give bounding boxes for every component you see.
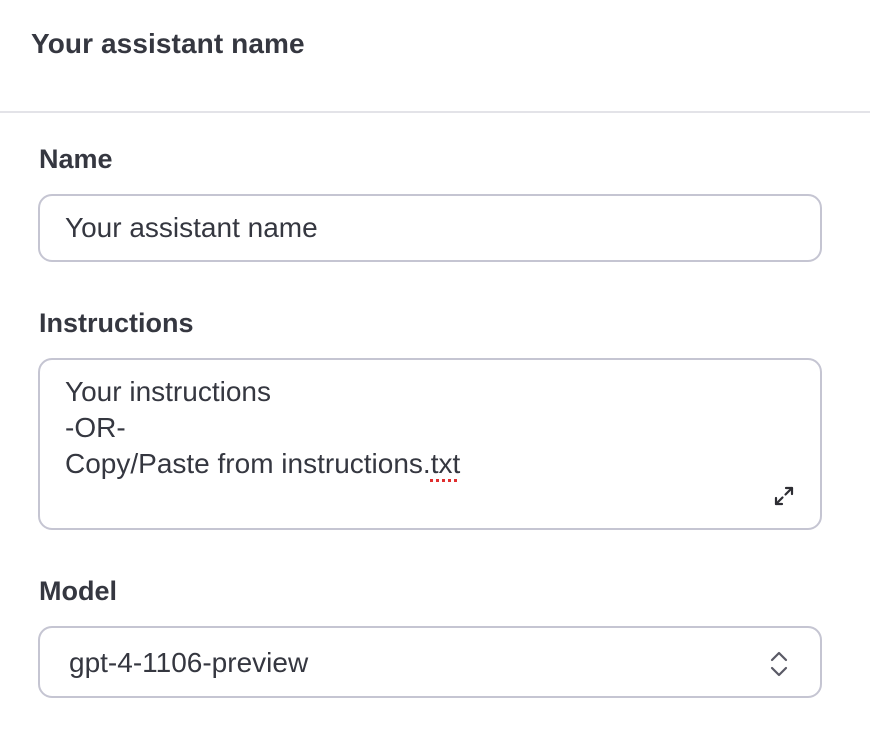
instructions-line: Copy/Paste from instructions.txt bbox=[65, 446, 460, 482]
name-input[interactable] bbox=[40, 196, 820, 260]
assistant-title: Your assistant name bbox=[31, 28, 305, 59]
instructions-line: -OR- bbox=[65, 412, 126, 443]
instructions-label: Instructions bbox=[39, 308, 194, 338]
name-field-container bbox=[38, 194, 822, 262]
instructions-line: Your instructions bbox=[65, 376, 271, 407]
instructions-line-text: Copy/Paste from instructions. bbox=[65, 448, 431, 479]
chevron-up-down-icon bbox=[770, 651, 788, 677]
instructions-textarea[interactable]: Your instructions -OR- Copy/Paste from i… bbox=[38, 358, 822, 530]
model-select[interactable]: gpt-4-1106-preview bbox=[38, 626, 822, 698]
panel-header: Your assistant name bbox=[0, 0, 870, 113]
misspelled-word: txt bbox=[430, 448, 461, 479]
model-label: Model bbox=[39, 576, 117, 606]
expand-icon[interactable] bbox=[772, 484, 796, 508]
name-label: Name bbox=[39, 144, 113, 174]
model-selected-value: gpt-4-1106-preview bbox=[69, 647, 309, 678]
instructions-text: Your instructions -OR- Copy/Paste from i… bbox=[65, 374, 460, 482]
